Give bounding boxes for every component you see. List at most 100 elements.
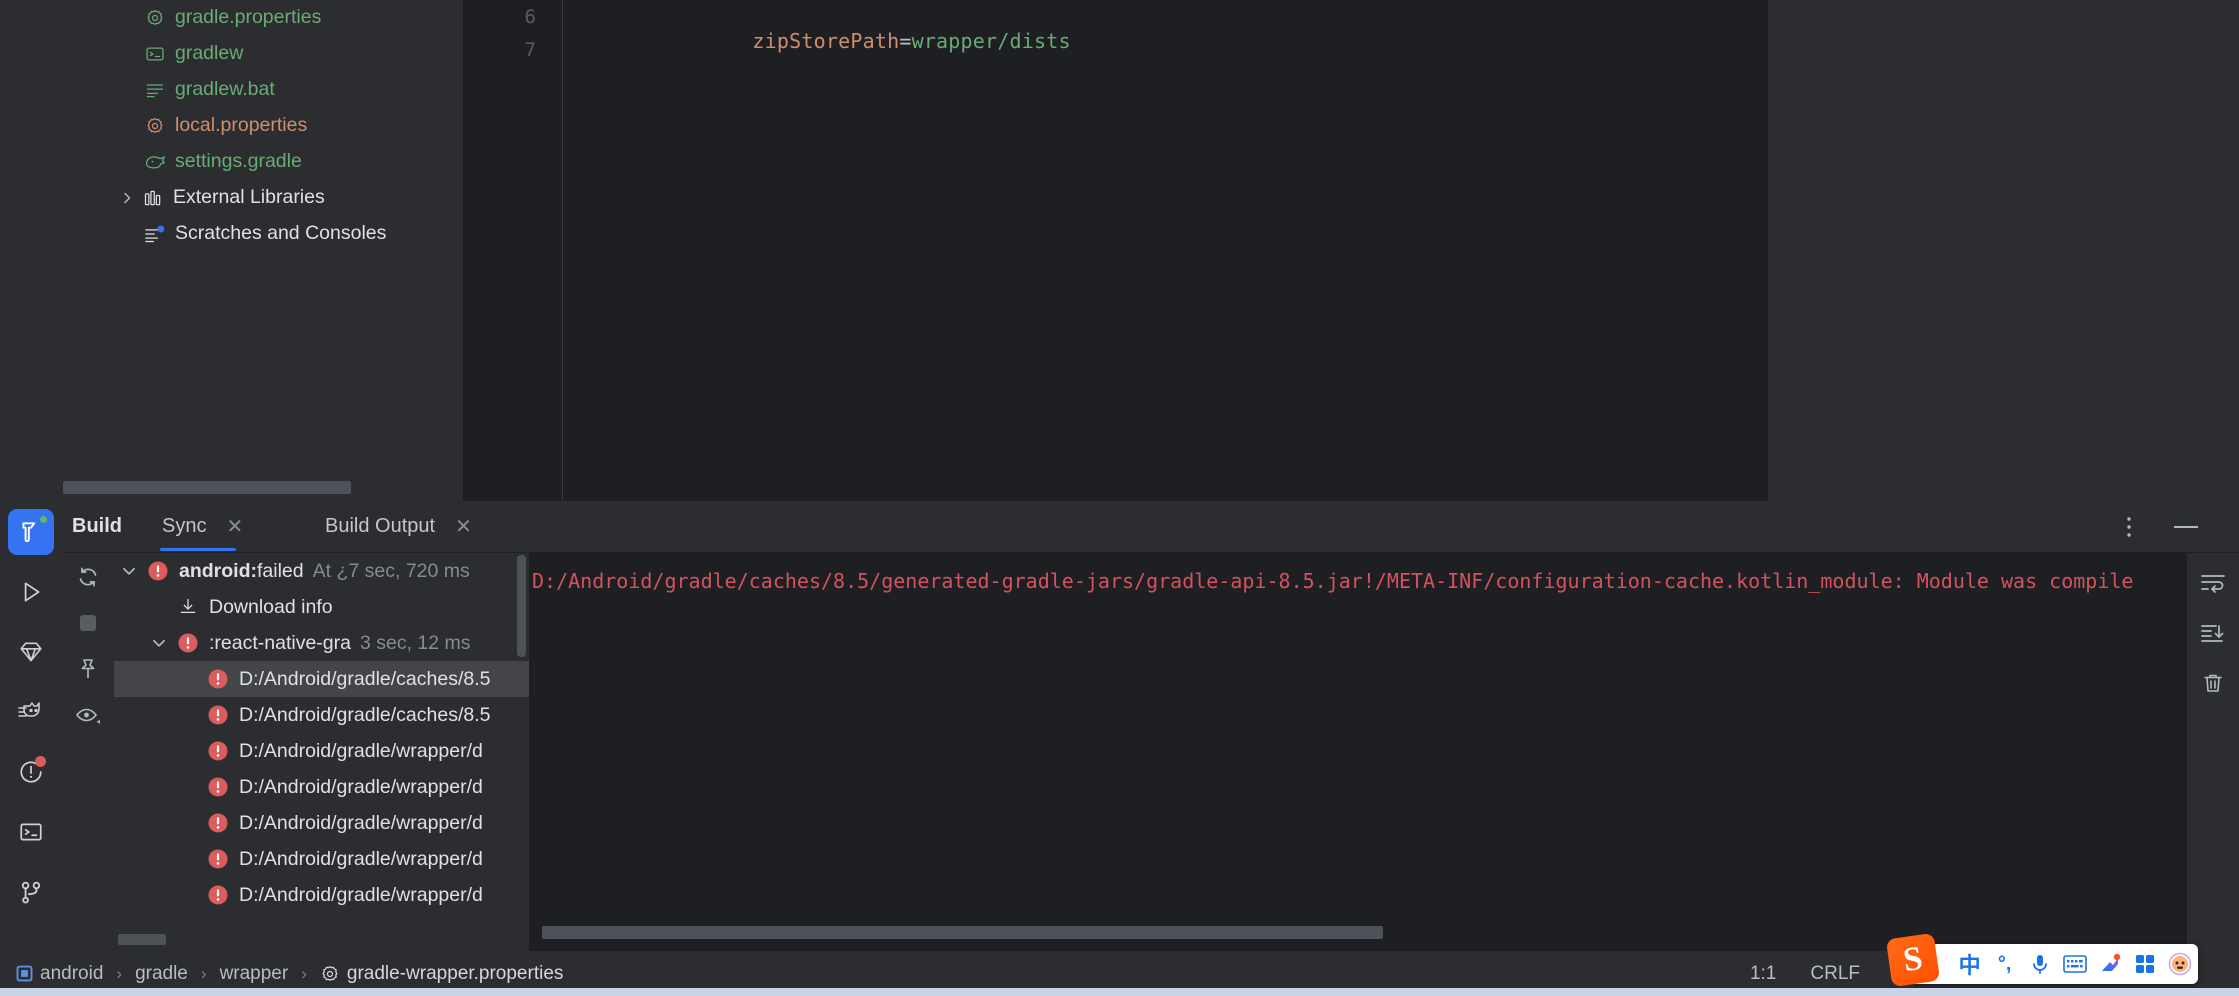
breadcrumb-item-label: gradle: [135, 962, 188, 984]
chinese-mode-button[interactable]: 中: [1952, 946, 1987, 982]
code-line-6: zipStorePath=wrapper/dists: [630, 5, 1071, 77]
scratches-icon: [142, 223, 168, 245]
sidebar-item-run[interactable]: [8, 569, 54, 615]
more-options-button[interactable]: [2114, 512, 2144, 542]
build-detail-horizontal-scrollbar[interactable]: [542, 926, 1383, 939]
build-tree-row-label: D:/Android/gradle/wrapper/d: [239, 739, 483, 762]
error-icon: [204, 704, 232, 726]
error-icon: [204, 668, 232, 690]
chevron-down-icon[interactable]: [114, 562, 144, 580]
run-icon: [24, 582, 40, 602]
gear-icon: [320, 964, 340, 984]
project-tree-item-label: settings.gradle: [175, 150, 302, 173]
ime-toolbar[interactable]: 中 °,: [1910, 944, 2198, 984]
apps-grid-button[interactable]: [2128, 946, 2163, 982]
pin-button[interactable]: [70, 651, 106, 687]
caret-position[interactable]: 1:1: [1750, 963, 1776, 985]
breadcrumb-item[interactable]: gradle-wrapper.properties: [320, 963, 563, 985]
sidebar-item-terminal[interactable]: [8, 809, 54, 855]
build-status-dot: [38, 514, 49, 525]
avatar-button[interactable]: [2163, 946, 2198, 982]
breadcrumb-item[interactable]: gradle: [135, 963, 188, 985]
breadcrumb[interactable]: android › gradle › wrapper › gradle-wrapper.pr…: [16, 963, 563, 985]
project-tree-item[interactable]: gradle.properties: [62, 0, 463, 36]
build-tree-row[interactable]: D:/Android/gradle/caches/8.5: [114, 661, 529, 697]
code-editor[interactable]: 6 7 zipStorePath=wrapper/dists: [464, 0, 1768, 501]
error-icon: [204, 812, 232, 834]
build-tree-row[interactable]: D:/Android/gradle/caches/8.5: [114, 697, 529, 733]
breadcrumb-item[interactable]: wrapper: [220, 963, 289, 985]
editor-gutter[interactable]: 6 7: [464, 0, 563, 501]
build-tree-row[interactable]: :react-native-gra 3 sec, 12 ms: [114, 625, 529, 661]
project-tree-list: gradle.properties gradlew gradlew.bat local…: [62, 0, 463, 252]
project-tree-item[interactable]: External Libraries: [62, 180, 463, 216]
build-tree-row[interactable]: D:/Android/gradle/wrapper/d: [114, 769, 529, 805]
module-icon: [16, 965, 33, 982]
project-tree-panel[interactable]: gradle.properties gradlew gradlew.bat local…: [62, 0, 464, 501]
soft-wrap-button[interactable]: [2195, 565, 2231, 601]
terminal-icon: [20, 823, 42, 841]
editor-code-area[interactable]: zipStorePath=wrapper/dists: [564, 0, 1768, 501]
filter-button[interactable]: [70, 697, 106, 733]
build-tree-vertical-scrollbar[interactable]: [517, 555, 526, 657]
top-region: gradle.properties gradlew gradlew.bat local…: [0, 0, 2239, 501]
tab-build-output[interactable]: Build Output ✕: [325, 515, 472, 538]
punctuation-mode-button[interactable]: °,: [1987, 946, 2022, 982]
microphone-button[interactable]: [2022, 946, 2057, 982]
keyboard-button[interactable]: [2057, 946, 2092, 982]
project-tree-item[interactable]: gradlew: [62, 36, 463, 72]
magic-toolbox-button[interactable]: [2093, 946, 2128, 982]
build-tree-row[interactable]: D:/Android/gradle/wrapper/d: [114, 841, 529, 877]
error-icon: [174, 632, 202, 654]
project-tree-item[interactable]: settings.gradle: [62, 144, 463, 180]
sidebar-item-gradle[interactable]: [8, 629, 54, 675]
scroll-to-end-icon: [2201, 625, 2224, 642]
project-tree-item[interactable]: Scratches and Consoles: [62, 216, 463, 252]
build-tree-row[interactable]: D:/Android/gradle/wrapper/d: [114, 877, 529, 913]
build-tree-row[interactable]: D:/Android/gradle/wrapper/d: [114, 733, 529, 769]
project-tree-item[interactable]: local.properties: [62, 108, 463, 144]
rerun-sync-icon: [79, 567, 97, 587]
tab-sync-label: Sync: [162, 515, 207, 537]
build-tree-row-duration: At ¿7 sec, 720 ms: [312, 559, 470, 582]
sidebar-item-problems[interactable]: [8, 749, 54, 795]
sogou-ime-logo[interactable]: S: [1885, 932, 1941, 988]
project-tree-horizontal-scrollbar[interactable]: [63, 481, 351, 494]
stop-button[interactable]: [70, 605, 106, 641]
clear-all-button[interactable]: [2195, 665, 2231, 701]
chevron-down-icon[interactable]: [144, 634, 174, 652]
tab-sync[interactable]: Sync ✕: [162, 515, 243, 538]
sidebar-item-logcat[interactable]: [8, 689, 54, 735]
close-icon[interactable]: ✕: [226, 517, 243, 537]
code-equals: =: [899, 29, 912, 53]
build-detail-panel[interactable]: D:/Android/gradle/caches/8.5/generated-g…: [529, 553, 2187, 951]
build-tree[interactable]: android: failed At ¿7 sec, 720 ms Download…: [114, 553, 529, 951]
stop-icon: [80, 615, 96, 631]
build-tree-horizontal-scrollbar[interactable]: [118, 934, 166, 945]
breadcrumb-item[interactable]: android: [16, 963, 103, 985]
apps-grid-icon: [2136, 955, 2155, 973]
build-tool-window: Build Sync ✕ Build Output ✕ android: fai…: [0, 501, 2239, 951]
close-icon[interactable]: ✕: [455, 517, 472, 537]
build-tree-row[interactable]: android: failed At ¿7 sec, 720 ms: [114, 553, 529, 589]
scroll-to-end-button[interactable]: [2195, 615, 2231, 651]
ide-window: gradle.properties gradlew gradlew.bat local…: [0, 0, 2239, 996]
build-left-toolbar: [62, 553, 114, 951]
breadcrumb-item-label: android: [40, 962, 104, 984]
project-tree-item[interactable]: gradlew.bat: [62, 72, 463, 108]
rerun-sync-button[interactable]: [70, 559, 106, 595]
breadcrumb-separator: ›: [301, 963, 307, 983]
sidebar-item-git[interactable]: [8, 869, 54, 915]
error-icon: [144, 560, 172, 582]
sidebar-item-build[interactable]: [8, 509, 54, 555]
build-tree-row-label: D:/Android/gradle/caches/8.5: [239, 667, 491, 690]
build-window-header: Build Sync ✕ Build Output ✕: [62, 501, 2239, 553]
chevron-right-icon[interactable]: [114, 190, 140, 206]
build-tree-row[interactable]: D:/Android/gradle/wrapper/d: [114, 805, 529, 841]
problems-badge-dot: [35, 756, 46, 767]
build-tree-row[interactable]: Download info: [114, 589, 529, 625]
line-separator[interactable]: CRLF: [1810, 963, 1860, 985]
build-tree-row-label: D:/Android/gradle/wrapper/d: [239, 883, 483, 906]
minimize-button[interactable]: [2171, 512, 2201, 542]
avatar-icon: [2169, 952, 2192, 976]
